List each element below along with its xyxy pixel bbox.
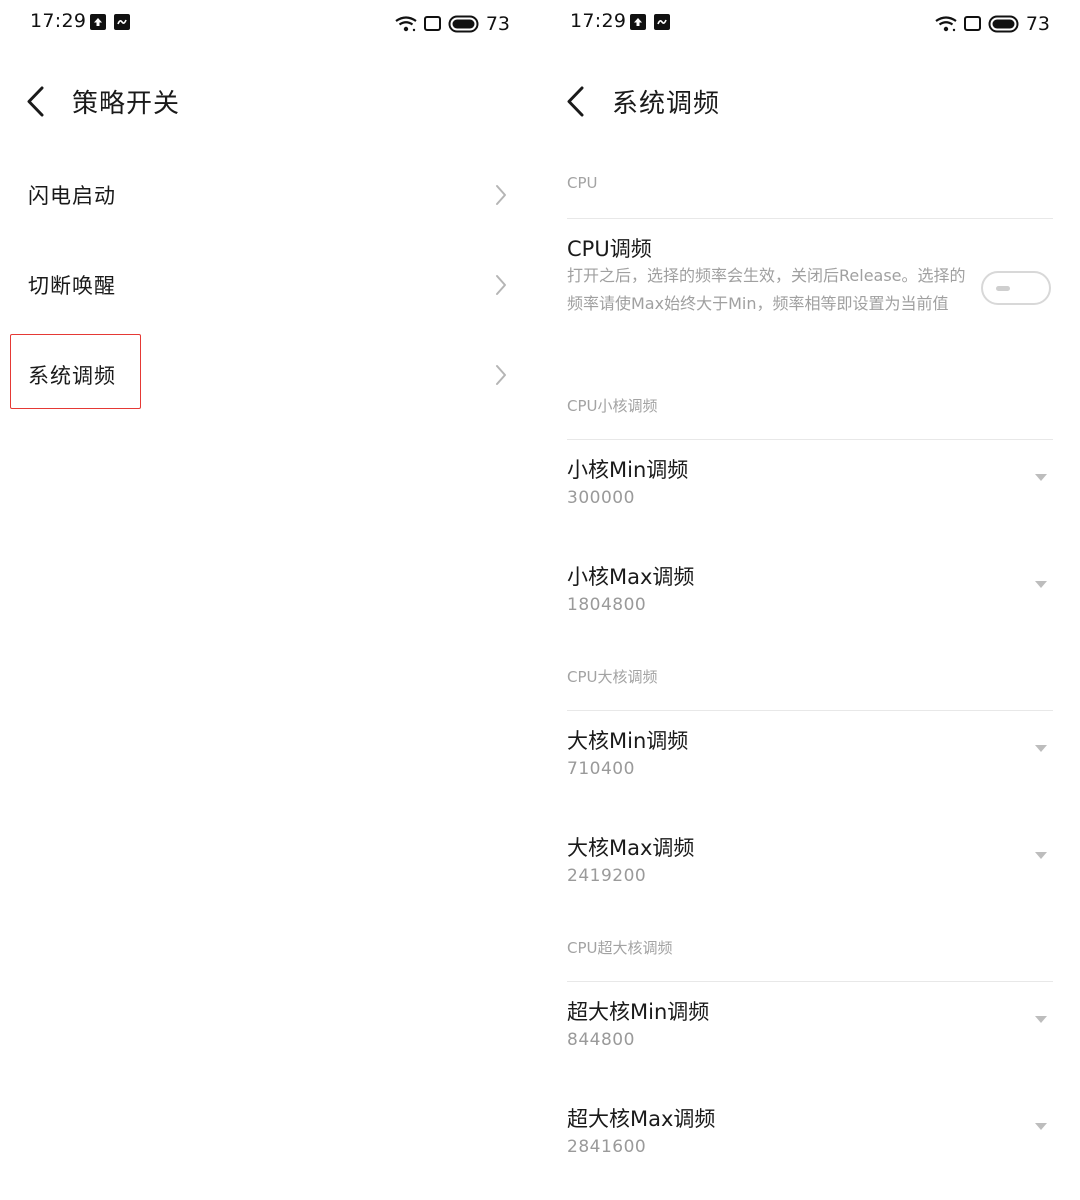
section-header-cpu: CPU <box>567 174 1053 219</box>
upload-notification-icon <box>630 14 646 30</box>
status-time: 17:29 <box>570 10 627 32</box>
section-header-prime-core: CPU超大核调频 <box>567 937 1053 982</box>
small-core-min-select[interactable]: 小核Min调频 300000 <box>567 454 1053 530</box>
toggle-knob <box>996 286 1010 291</box>
cpu-freq-title: CPU调频 <box>567 237 652 261</box>
select-value: 2419200 <box>567 866 647 886</box>
section-header-label: CPU小核调频 <box>567 397 658 415</box>
select-value: 2841600 <box>567 1137 647 1157</box>
dropdown-arrow-icon <box>1035 474 1047 481</box>
dropdown-arrow-icon <box>1035 1016 1047 1023</box>
left-screen: 17:29 73 策略开关 闪电启动 切断唤醒 系统调频 <box>0 0 540 1200</box>
cpu-freq-toggle[interactable] <box>981 271 1051 305</box>
wifi-icon <box>395 16 417 32</box>
select-value: 844800 <box>567 1030 635 1050</box>
battery-level: 73 <box>485 13 510 35</box>
cpu-freq-description: 打开之后，选择的频率会生效，关闭后Release。选择的频率请使Max始终大于M… <box>567 266 966 313</box>
section-header-label: CPU大核调频 <box>567 668 658 686</box>
select-value: 300000 <box>567 488 635 508</box>
page-title: 系统调频 <box>612 89 721 119</box>
page-title: 策略开关 <box>72 89 181 119</box>
prime-core-max-select[interactable]: 超大核Max调频 2841600 <box>567 1103 1053 1179</box>
screen-icon <box>423 16 441 31</box>
section-header-big-core: CPU大核调频 <box>567 666 1053 711</box>
status-icons: 73 <box>394 12 510 36</box>
select-title: 小核Max调频 <box>567 565 695 589</box>
status-bar: 17:29 73 <box>0 0 540 48</box>
status-bar: 17:29 73 <box>540 0 1080 48</box>
big-core-min-select[interactable]: 大核Min调频 710400 <box>567 725 1053 801</box>
chevron-right-icon <box>496 275 506 295</box>
app-bar: 策略开关 <box>0 70 540 134</box>
status-icons: 73 <box>934 12 1050 36</box>
app-notification-icon <box>114 14 130 30</box>
big-core-max-select[interactable]: 大核Max调频 2419200 <box>567 832 1053 908</box>
status-time: 17:29 <box>30 10 87 32</box>
dropdown-arrow-icon <box>1035 581 1047 588</box>
back-button[interactable] <box>562 82 594 122</box>
back-arrow-icon <box>567 86 584 117</box>
highlight-box <box>10 334 141 409</box>
section-header-small-core: CPU小核调频 <box>567 395 1053 440</box>
section-header-label: CPU超大核调频 <box>567 939 673 957</box>
battery-level: 73 <box>1025 13 1050 35</box>
menu-item-flash-start[interactable]: 闪电启动 <box>0 157 540 233</box>
select-title: 超大核Min调频 <box>567 1000 710 1024</box>
dropdown-arrow-icon <box>1035 852 1047 859</box>
select-title: 小核Min调频 <box>567 458 689 482</box>
chevron-right-icon <box>496 185 506 205</box>
section-header-label: CPU <box>567 174 598 192</box>
dropdown-arrow-icon <box>1035 1123 1047 1130</box>
prime-core-min-select[interactable]: 超大核Min调频 844800 <box>567 996 1053 1072</box>
select-value: 1804800 <box>567 595 647 615</box>
back-arrow-icon <box>27 86 44 117</box>
upload-notification-icon <box>90 14 106 30</box>
select-title: 大核Max调频 <box>567 836 695 860</box>
menu-item-cut-wakeup[interactable]: 切断唤醒 <box>0 247 540 323</box>
app-bar: 系统调频 <box>540 70 1080 134</box>
small-core-max-select[interactable]: 小核Max调频 1804800 <box>567 561 1053 637</box>
battery-icon <box>448 15 479 33</box>
back-button[interactable] <box>22 82 54 122</box>
battery-icon <box>988 15 1019 33</box>
menu-item-label: 闪电启动 <box>28 184 116 208</box>
select-title: 超大核Max调频 <box>567 1107 716 1131</box>
select-title: 大核Min调频 <box>567 729 689 753</box>
screen-icon <box>963 16 981 31</box>
menu-item-label: 切断唤醒 <box>28 274 116 298</box>
app-notification-icon <box>654 14 670 30</box>
right-screen: 17:29 73 系统调频 CPU CPU调频 打开之后，选择的频率会生效，关闭… <box>540 0 1080 1200</box>
select-value: 710400 <box>567 759 635 779</box>
dropdown-arrow-icon <box>1035 745 1047 752</box>
wifi-icon <box>935 16 957 32</box>
chevron-right-icon <box>496 365 506 385</box>
